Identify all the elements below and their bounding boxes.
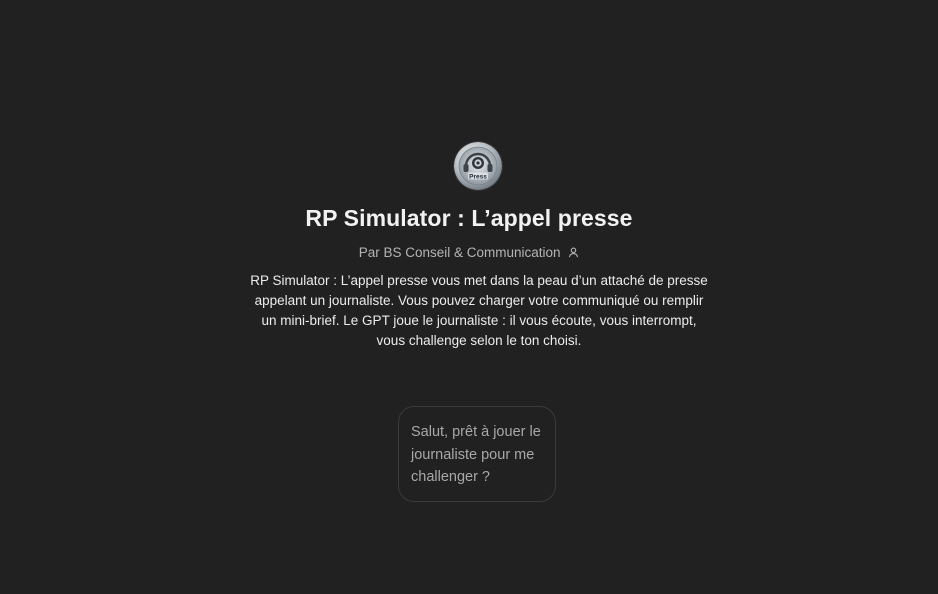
- person-icon: [568, 246, 579, 261]
- gpt-welcome-screen: Press RP Simulator : L’appel presse Par …: [0, 0, 938, 594]
- press-headset-icon: Press: [454, 142, 502, 190]
- byline-text: Par BS Conseil & Communication: [358, 245, 561, 260]
- conversation-starter-label: Salut, prêt à jouer le journaliste pour …: [411, 424, 541, 485]
- svg-text:Press: Press: [469, 173, 487, 180]
- conversation-starter-button[interactable]: Salut, prêt à jouer le journaliste pour …: [398, 406, 556, 502]
- gpt-title: RP Simulator : L’appel presse: [305, 205, 633, 231]
- gpt-byline: Par BS Conseil & Communication: [0, 245, 938, 261]
- gpt-avatar: Press: [454, 142, 502, 190]
- gpt-description: RP Simulator : L’appel presse vous met d…: [250, 273, 708, 348]
